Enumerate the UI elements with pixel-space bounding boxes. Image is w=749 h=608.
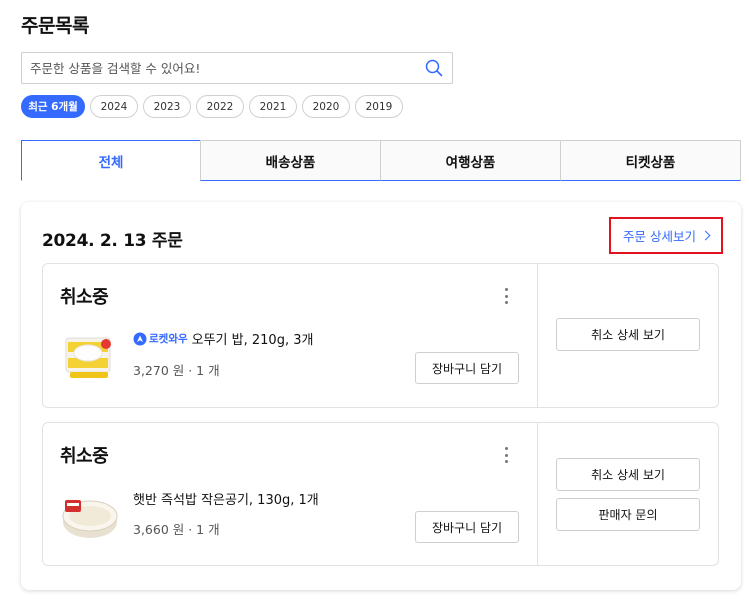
tab-ticket[interactable]: 티켓상품: [560, 140, 741, 181]
rocket-icon: [133, 332, 147, 345]
item-status: 취소중: [60, 446, 109, 467]
product-price: 3,270 원 · 1 개: [133, 363, 220, 378]
year-chip-2022[interactable]: 2022: [196, 95, 244, 118]
seller-inquiry-button[interactable]: 판매자 문의: [556, 498, 700, 531]
search-input[interactable]: [22, 53, 412, 83]
year-chip-2021[interactable]: 2021: [249, 95, 297, 118]
product-name[interactable]: 오뚜기 밥, 210g, 3개: [192, 329, 314, 348]
year-chip-2023[interactable]: 2023: [143, 95, 191, 118]
order-date: 2024. 2. 13 주문: [42, 231, 183, 251]
order-detail-link[interactable]: 주문 상세보기: [609, 217, 723, 254]
add-to-cart-button[interactable]: 장바구니 담기: [415, 352, 519, 384]
order-detail-label: 주문 상세보기: [623, 229, 696, 244]
cancel-detail-button[interactable]: 취소 상세 보기: [556, 318, 700, 351]
add-to-cart-button[interactable]: 장바구니 담기: [415, 511, 519, 543]
more-options-icon[interactable]: [503, 447, 509, 463]
page-title: 주문목록: [21, 15, 89, 37]
rocket-wow-badge: 로켓와우: [133, 331, 188, 346]
product-image-rice-pack[interactable]: [60, 328, 120, 388]
item-status: 취소중: [60, 287, 109, 308]
order-type-tabs: 전체 배송상품 여행상품 티켓상품: [21, 140, 741, 181]
item-divider: [537, 423, 538, 565]
order-item: 취소중 햇반 즉석밥 작은공기, 130g, 1개 3,660 원 · 1 개 …: [42, 422, 719, 566]
tab-travel[interactable]: 여행상품: [380, 140, 561, 181]
search-box[interactable]: [21, 52, 453, 84]
product-name-row: 햇반 즉석밥 작은공기, 130g, 1개: [133, 489, 319, 508]
year-chip-2020[interactable]: 2020: [302, 95, 350, 118]
chevron-right-icon: [700, 230, 711, 241]
cancel-detail-button[interactable]: 취소 상세 보기: [556, 458, 700, 491]
order-item: 취소중 로켓와우 오뚜기 밥, 210g, 3개 3,270 원 · 1 개 장…: [42, 263, 719, 408]
product-name-row: 로켓와우 오뚜기 밥, 210g, 3개: [133, 329, 313, 348]
product-price: 3,660 원 · 1 개: [133, 522, 220, 537]
tab-delivery[interactable]: 배송상품: [200, 140, 381, 181]
year-chip-2019[interactable]: 2019: [355, 95, 403, 118]
product-image-hetbahn-bowl[interactable]: [60, 486, 120, 546]
tab-all[interactable]: 전체: [21, 140, 201, 181]
more-options-icon[interactable]: [503, 288, 509, 304]
item-divider: [537, 264, 538, 407]
order-card: 2024. 2. 13 주문 주문 상세보기 취소중 로켓와우 오뚜기 밥, 2…: [21, 202, 741, 590]
year-chip-recent-6-months[interactable]: 최근 6개월: [21, 95, 85, 118]
year-chip-2024[interactable]: 2024: [90, 95, 138, 118]
product-name[interactable]: 햇반 즉석밥 작은공기, 130g, 1개: [133, 489, 319, 508]
search-icon[interactable]: [425, 59, 443, 77]
rocket-wow-label: 로켓와우: [149, 333, 188, 345]
